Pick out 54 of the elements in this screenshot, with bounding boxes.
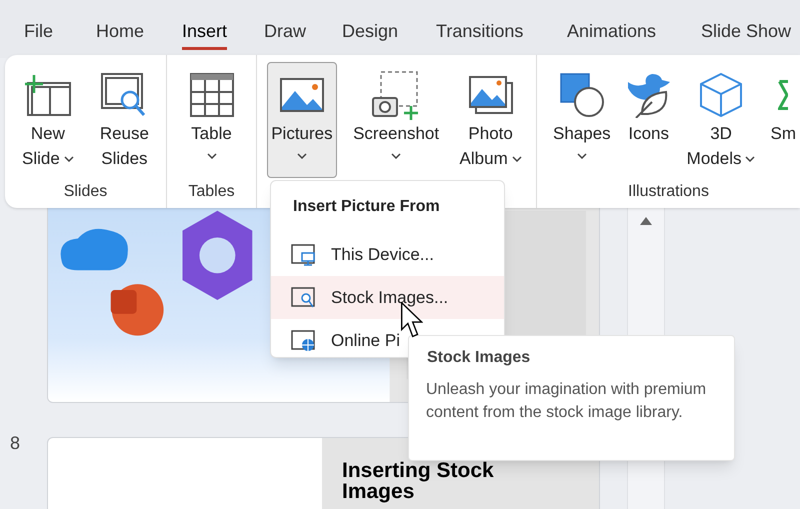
ribbon-tab[interactable]: Draw [264, 18, 306, 50]
button-label-line: New [30, 123, 65, 145]
cube-icon [699, 72, 744, 118]
button-label-line: Slides [101, 148, 148, 170]
button-label-line: Table [191, 123, 232, 145]
button-label-line: 3D [710, 123, 732, 145]
button-label-line: Photo [468, 123, 513, 145]
ribbon-button[interactable]: Icons [622, 62, 676, 178]
new-slide-icon [24, 73, 72, 117]
button-label-line: Slide [22, 148, 60, 170]
smartart-icon [778, 80, 788, 110]
menu-item[interactable]: Stock Images... [271, 276, 504, 319]
picture-globe-icon [291, 330, 317, 352]
picture-search-icon [291, 286, 317, 308]
slide-heading: Inserting Stock Images [342, 460, 495, 502]
group-label: Illustrations [628, 183, 709, 200]
ribbon-button[interactable]: 3D Models [682, 62, 760, 178]
ribbon-button[interactable]: Pictures [267, 62, 337, 178]
ribbon-tab[interactable]: File [24, 18, 54, 50]
photo-album-icon [468, 75, 514, 115]
ribbon-tab[interactable]: Design [342, 18, 398, 50]
ribbon-tab[interactable]: Transitions [436, 18, 524, 50]
menu-title: Insert Picture From [292, 197, 441, 217]
menu-item[interactable]: This Device... [271, 233, 504, 276]
group-label: Tables [188, 183, 235, 200]
ribbon-button[interactable]: Photo Album [456, 62, 526, 178]
ribbon-tab[interactable]: Animations [567, 18, 656, 50]
table-icon [188, 72, 234, 118]
slide-number: 8 [10, 433, 20, 453]
button-label-line: Models [686, 148, 742, 170]
shapes-icon [558, 72, 605, 118]
button-label-line: Sm [770, 123, 796, 145]
button-label-line: Screenshot [353, 123, 440, 145]
ribbon-button[interactable]: Shapes [549, 62, 615, 178]
scroll-up-icon[interactable] [639, 216, 653, 226]
picture-device-icon [291, 244, 317, 266]
button-label-line: Shapes [553, 123, 611, 145]
picture-icon [278, 77, 325, 113]
button-label-line: Album [460, 148, 508, 170]
ribbon-button[interactable]: Screenshot [349, 62, 444, 178]
ribbon-button[interactable]: Sm [766, 62, 800, 178]
ribbon-button[interactable]: Reuse Slides [96, 62, 153, 178]
ribbon-tab[interactable]: Insert [182, 18, 228, 50]
ribbon-button[interactable]: New Slide [18, 62, 78, 178]
tooltip-text: Unleash your imagination with premium content from the stock image library. [426, 380, 708, 423]
group-label: Slides [64, 183, 108, 200]
ribbon-tab[interactable]: Slide Show [701, 18, 792, 50]
duck-leaf-icon [626, 72, 672, 118]
button-label-line: Icons [628, 123, 669, 145]
button-label-line: Pictures [271, 123, 333, 145]
tooltip-title: Stock Images [426, 348, 530, 368]
ribbon-tab[interactable]: Home [96, 18, 144, 50]
button-label-line: Reuse [100, 123, 149, 145]
ribbon-button[interactable]: Table [184, 62, 238, 178]
